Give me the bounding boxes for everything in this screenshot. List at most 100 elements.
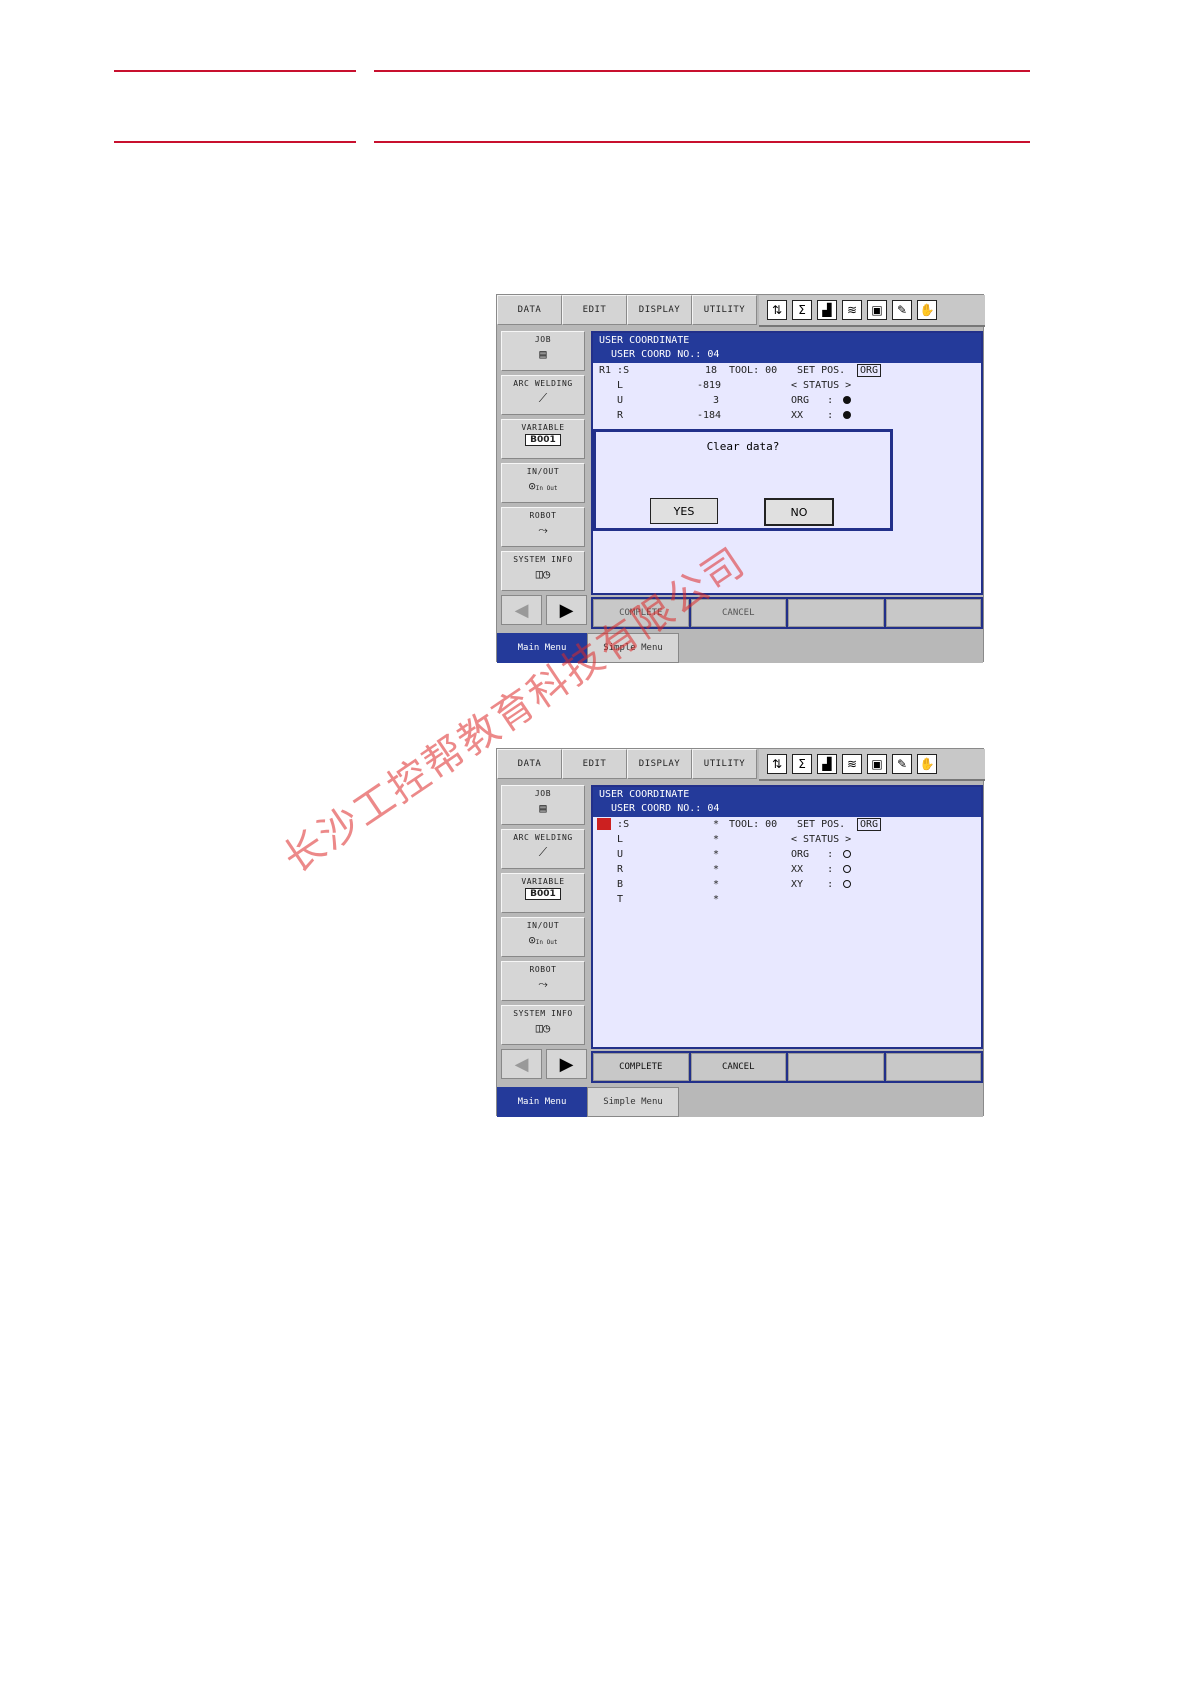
chart-icon: ▟ bbox=[817, 754, 837, 774]
coord-row-label: L bbox=[599, 834, 624, 845]
pendant-screen-1: DATA EDIT DISPLAY UTILITY ⇅ Σ ▟ ≋ ▣ ✎ ✋ … bbox=[496, 294, 985, 663]
side-arc-welding-button[interactable]: ARC WELDING ⟋ bbox=[501, 829, 585, 869]
page-nav: ◀ ▶ bbox=[501, 1049, 587, 1079]
speed-icon: Σ bbox=[792, 300, 812, 320]
side-job-button[interactable]: JOB ▤ bbox=[501, 785, 585, 825]
org-selector[interactable]: ORG bbox=[857, 818, 882, 831]
coord-row-value: 3 bbox=[713, 395, 720, 406]
variable-tag: B001 bbox=[525, 434, 561, 446]
menu-data[interactable]: DATA bbox=[497, 295, 562, 325]
clear-data-dialog: Clear data? YES NO bbox=[593, 429, 893, 531]
status-header: < STATUS > bbox=[791, 380, 852, 391]
side-variable-button[interactable]: VARIABLE B001 bbox=[501, 873, 585, 913]
side-inout-button[interactable]: IN/OUT ⊙In Out bbox=[501, 463, 585, 503]
status-org-circle bbox=[843, 849, 851, 860]
side-arc-welding-button[interactable]: ARC WELDING ⟋ bbox=[501, 375, 585, 415]
menu-edit[interactable]: EDIT bbox=[562, 749, 627, 779]
side-system-info-button[interactable]: SYSTEM INFO ◫◷ bbox=[501, 551, 585, 591]
page-prev-button[interactable]: ◀ bbox=[501, 595, 542, 625]
page-next-button[interactable]: ▶ bbox=[546, 595, 587, 625]
chart-icon: ▟ bbox=[817, 300, 837, 320]
menu-utility[interactable]: UTILITY bbox=[692, 749, 757, 779]
status-org-dot bbox=[843, 395, 851, 406]
bottom-bar: Main Menu Simple Menu bbox=[497, 1087, 983, 1117]
side-inout-label: IN/OUT bbox=[526, 921, 560, 930]
soft-key-3[interactable] bbox=[788, 599, 884, 627]
coord-mode-icon: ⇅ bbox=[767, 300, 787, 320]
menu-utility[interactable]: UTILITY bbox=[692, 295, 757, 325]
side-variable-button[interactable]: VARIABLE B001 bbox=[501, 419, 585, 459]
org-selector[interactable]: ORG bbox=[857, 364, 882, 377]
yes-button[interactable]: YES bbox=[650, 498, 718, 524]
menu-data[interactable]: DATA bbox=[497, 749, 562, 779]
page-next-button[interactable]: ▶ bbox=[546, 1049, 587, 1079]
user-coordinate-pane: USER COORDINATE USER COORD NO.: 04 :S * … bbox=[591, 785, 983, 1049]
status-icon-bar: ⇅ Σ ▟ ≋ ▣ ✎ ✋ bbox=[759, 749, 985, 781]
side-job-button[interactable]: JOB ▤ bbox=[501, 331, 585, 371]
pendant-screen-2: DATA EDIT DISPLAY UTILITY ⇅ Σ ▟ ≋ ▣ ✎ ✋ … bbox=[496, 748, 985, 1117]
set-pos-label: SET POS. bbox=[797, 365, 846, 376]
status-xx-label: XX : bbox=[791, 410, 834, 421]
status-xy-label: XY : bbox=[791, 879, 834, 890]
pane-title-line1: USER COORDINATE bbox=[599, 335, 690, 346]
coord-row-label: T bbox=[599, 894, 624, 905]
side-inout-label: IN/OUT bbox=[526, 467, 560, 476]
coord-row-value: * bbox=[713, 879, 720, 890]
menu-display[interactable]: DISPLAY bbox=[627, 295, 692, 325]
soft-key-4[interactable] bbox=[885, 599, 981, 627]
complete-button[interactable]: COMPLETE bbox=[593, 1053, 689, 1081]
coord-row-value: * bbox=[713, 834, 720, 845]
cancel-button[interactable]: CANCEL bbox=[690, 1053, 786, 1081]
coord-row-value: * bbox=[713, 894, 720, 905]
side-system-label: SYSTEM INFO bbox=[513, 1009, 573, 1018]
variable-tag: B001 bbox=[525, 888, 561, 900]
speed-icon: Σ bbox=[792, 754, 812, 774]
weld-icon: ≋ bbox=[842, 300, 862, 320]
header-rule-left-bottom bbox=[114, 141, 356, 143]
status-org-label: ORG : bbox=[791, 849, 834, 860]
inout-icon: ⊙In Out bbox=[528, 933, 558, 947]
status-xy-circle bbox=[843, 879, 851, 890]
no-button[interactable]: NO bbox=[764, 498, 834, 526]
coord-row-label: U bbox=[599, 849, 624, 860]
menu-edit[interactable]: EDIT bbox=[562, 295, 627, 325]
side-variable-label: VARIABLE bbox=[521, 877, 565, 886]
status-xx-circle bbox=[843, 864, 851, 875]
side-arc-label: ARC WELDING bbox=[513, 379, 573, 388]
coord-row-label: R bbox=[599, 864, 624, 875]
side-variable-label: VARIABLE bbox=[521, 423, 565, 432]
set-pos-label: SET POS. bbox=[797, 819, 846, 830]
coord-row-value: * bbox=[713, 819, 720, 830]
coord-row-label: B bbox=[599, 879, 624, 890]
dialog-message: Clear data? bbox=[706, 440, 780, 453]
coord-row-value: * bbox=[713, 849, 720, 860]
side-robot-button[interactable]: ROBOT ⤳ bbox=[501, 961, 585, 1001]
simple-menu-button[interactable]: Simple Menu bbox=[587, 1087, 679, 1117]
job-doc-icon: ▤ bbox=[539, 347, 547, 361]
coord-mode-icon: ⇅ bbox=[767, 754, 787, 774]
header-rule-right-bottom bbox=[374, 141, 1030, 143]
job-doc-icon: ▤ bbox=[539, 801, 547, 815]
coord-row-label: L bbox=[599, 380, 624, 391]
menu-display[interactable]: DISPLAY bbox=[627, 749, 692, 779]
soft-key-4[interactable] bbox=[885, 1053, 981, 1081]
coord-row-value: 18 bbox=[705, 365, 718, 376]
status-org-label: ORG : bbox=[791, 395, 834, 406]
status-icon-bar: ⇅ Σ ▟ ≋ ▣ ✎ ✋ bbox=[759, 295, 985, 327]
side-job-label: JOB bbox=[534, 789, 552, 798]
robot-arm-icon: ⤳ bbox=[538, 977, 548, 991]
teach-icon: ▣ bbox=[867, 754, 887, 774]
robot-arm-icon: ⤳ bbox=[538, 523, 548, 537]
soft-key-3[interactable] bbox=[788, 1053, 884, 1081]
side-inout-button[interactable]: IN/OUT ⊙In Out bbox=[501, 917, 585, 957]
main-menu-button[interactable]: Main Menu bbox=[497, 1087, 587, 1117]
side-system-info-button[interactable]: SYSTEM INFO ◫◷ bbox=[501, 1005, 585, 1045]
inout-small-label: In Out bbox=[535, 485, 558, 492]
tool-label: TOOL: 00 bbox=[729, 365, 778, 376]
side-robot-button[interactable]: ROBOT ⤳ bbox=[501, 507, 585, 547]
soft-key-bar: COMPLETE CANCEL bbox=[591, 1051, 983, 1083]
coord-row-label: :S bbox=[599, 819, 630, 830]
page-prev-button[interactable]: ◀ bbox=[501, 1049, 542, 1079]
pane-title: USER COORDINATE USER COORD NO.: 04 bbox=[593, 787, 981, 817]
pane-title-line2: USER COORD NO.: 04 bbox=[611, 803, 720, 814]
